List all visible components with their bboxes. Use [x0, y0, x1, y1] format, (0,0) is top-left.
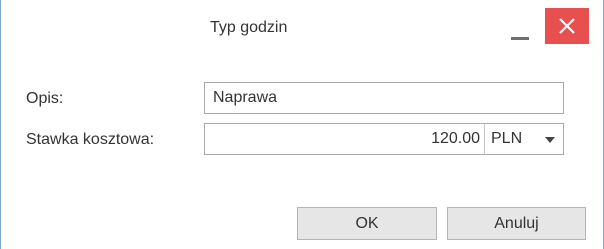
description-input[interactable]: Naprawa	[204, 82, 564, 114]
close-button[interactable]	[545, 8, 589, 44]
minimize-button[interactable]	[506, 8, 534, 44]
cancel-button[interactable]: Anuluj	[447, 207, 586, 240]
cost-rate-input[interactable]: 120.00	[204, 123, 485, 155]
dialog-titlebar[interactable]: Typ godzin	[1, 0, 603, 63]
dialog-title: Typ godzin	[210, 19, 288, 36]
minimize-icon	[511, 37, 529, 40]
cost-rate-label: Stawka kosztowa:	[26, 131, 155, 148]
hour-type-dialog: Typ godzin Opis: Naprawa Stawka kosztowa…	[0, 0, 604, 249]
currency-select-value: PLN	[491, 130, 523, 147]
chevron-down-icon	[545, 137, 555, 143]
close-icon	[559, 18, 575, 34]
description-label: Opis:	[26, 90, 64, 107]
ok-button[interactable]: OK	[297, 207, 437, 240]
currency-select[interactable]: PLN	[484, 123, 564, 155]
